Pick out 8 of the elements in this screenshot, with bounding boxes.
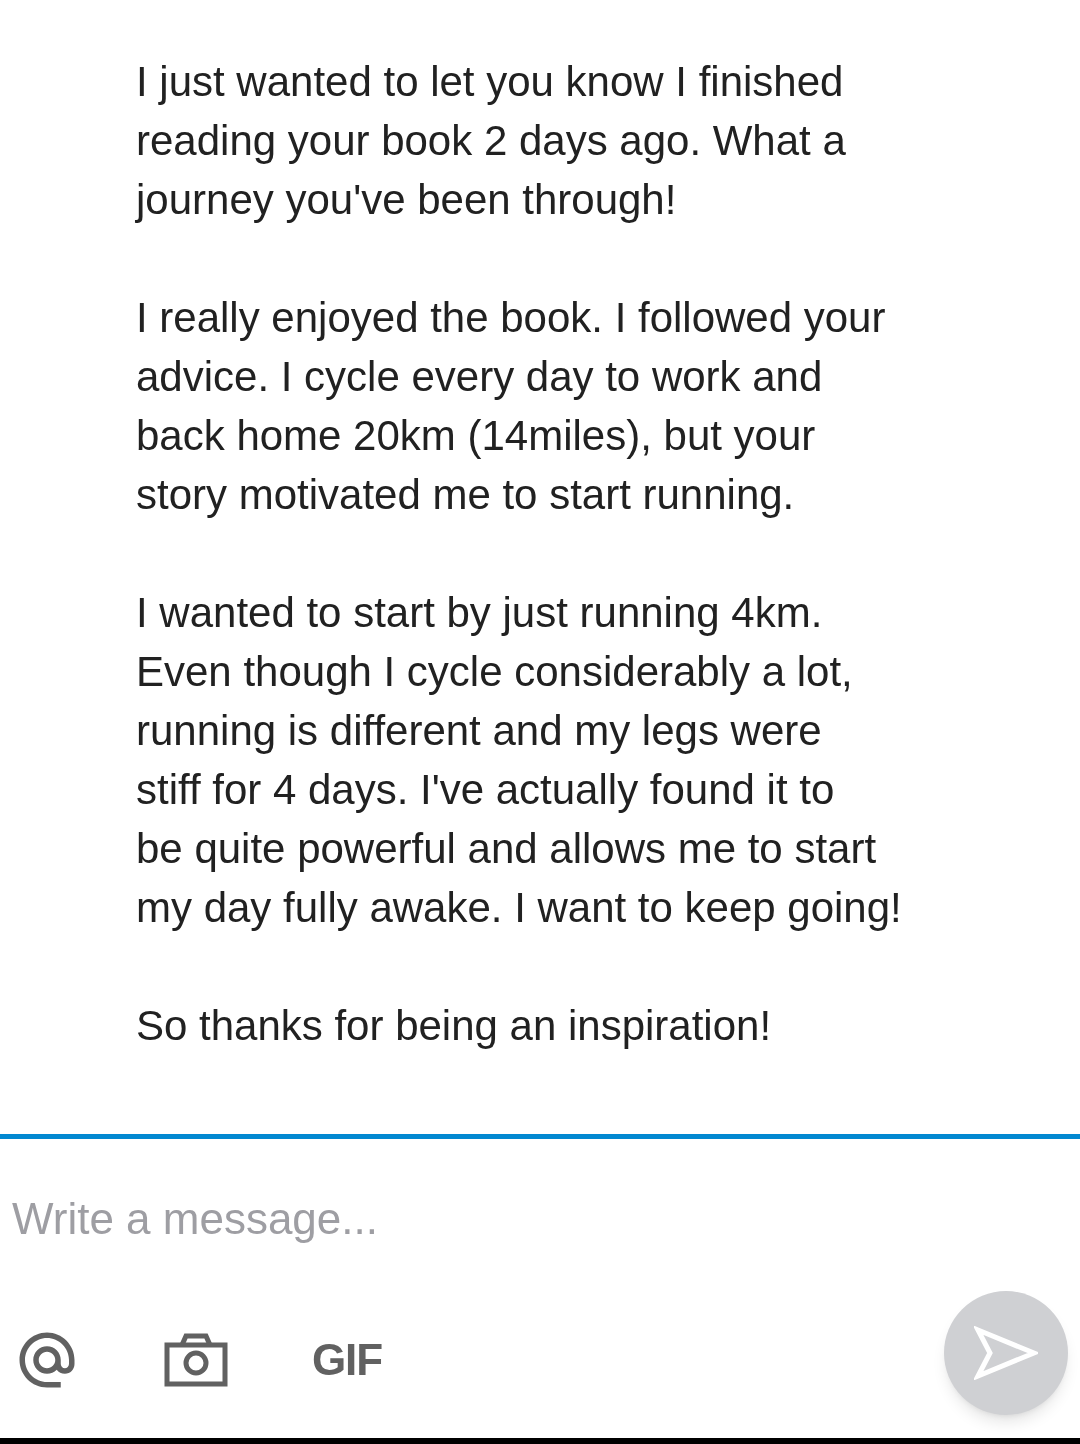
message-paragraph: I just wanted to let you know I finished reading your book 2 days ago. What a journey you've been through! bbox=[136, 57, 847, 225]
message-input[interactable]: Write a message... bbox=[12, 1189, 912, 1249]
camera-icon[interactable] bbox=[164, 1333, 228, 1387]
message-paragraph: So thanks for being an inspiration! bbox=[136, 1001, 773, 1051]
gif-button[interactable]: GIF bbox=[312, 1338, 383, 1382]
message-paragraph: I really enjoyed the book. I followed your advice. I cycle every day to work and back home 20km (14miles), but your story motivated me to start running. bbox=[136, 293, 887, 520]
message-paragraph: I wanted to start by just running 4km. Even though I cycle considerably a lot, running is different and my legs were stiff for 4 days. I've actually found it to be quite powerful and allows me to start my day fully awake. I want to keep going! bbox=[136, 588, 903, 933]
send-icon bbox=[974, 1326, 1038, 1380]
